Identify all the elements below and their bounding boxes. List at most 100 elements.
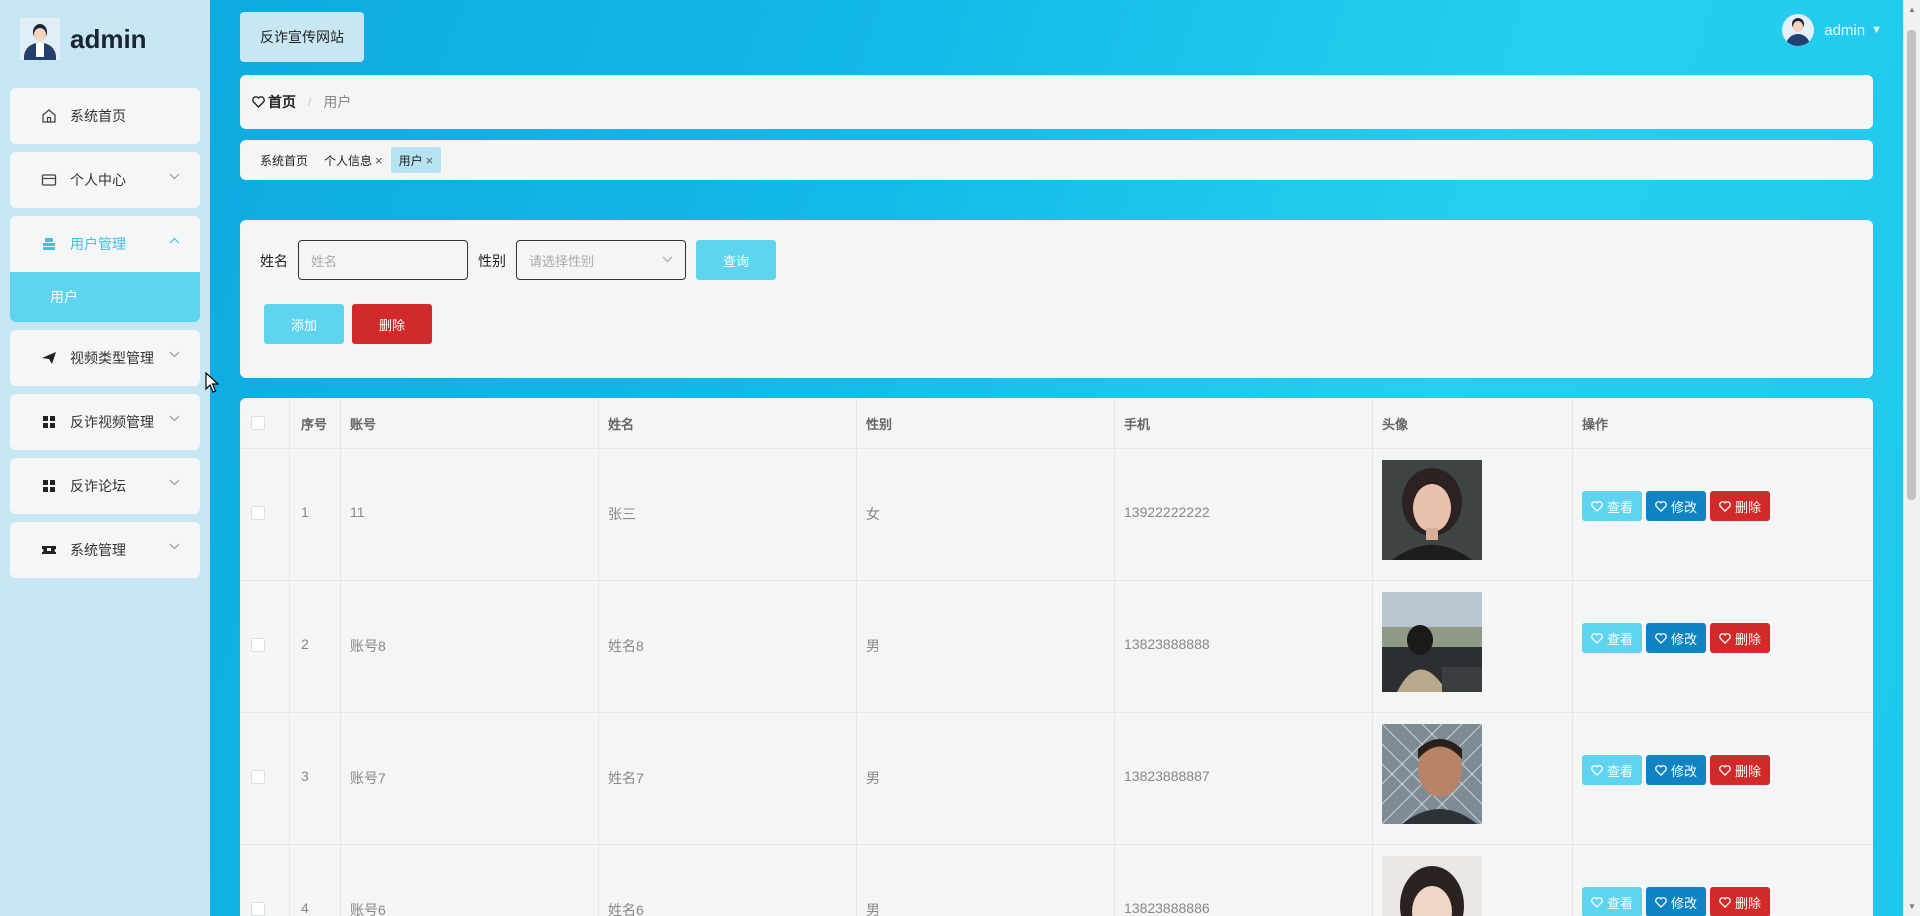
name-label: 姓名 bbox=[260, 253, 288, 269]
edit-button[interactable]: 修改 bbox=[1646, 887, 1706, 916]
grid-icon bbox=[40, 477, 58, 495]
chevron-down-icon bbox=[169, 350, 180, 361]
cell-gender: 男 bbox=[866, 638, 880, 654]
cell-index: 3 bbox=[301, 768, 309, 784]
col-header-index: 序号 bbox=[301, 416, 328, 432]
chevron-up-icon bbox=[169, 236, 180, 247]
query-button[interactable]: 查询 bbox=[696, 240, 776, 280]
chevron-down-icon bbox=[169, 478, 180, 489]
breadcrumb-home-label: 首页 bbox=[268, 94, 296, 110]
tag-label: 用户 bbox=[398, 153, 423, 168]
sidebar-item-fraud-forum[interactable]: 反诈论坛 bbox=[10, 458, 200, 514]
ticket-icon bbox=[40, 541, 58, 559]
close-icon[interactable]: × bbox=[426, 153, 434, 168]
sidebar-item-fraud-video-management[interactable]: 反诈视频管理 bbox=[10, 394, 200, 450]
sidebar-item-home[interactable]: 系统首页 bbox=[10, 88, 200, 144]
scroll-down-icon[interactable]: ▼ bbox=[1908, 902, 1916, 911]
col-header-account: 账号 bbox=[350, 416, 377, 432]
user-menu[interactable]: admin ▼ bbox=[1782, 14, 1882, 46]
cell-gender: 男 bbox=[866, 902, 880, 916]
site-link-button[interactable]: 反诈宣传网站 bbox=[240, 12, 364, 62]
row-checkbox[interactable] bbox=[251, 902, 265, 916]
edit-button[interactable]: 修改 bbox=[1646, 623, 1706, 653]
delete-button[interactable]: 删除 bbox=[1710, 491, 1770, 521]
breadcrumb-home[interactable]: 首页 bbox=[252, 92, 296, 112]
cell-index: 2 bbox=[301, 636, 309, 652]
delete-button-label: 删除 bbox=[1734, 631, 1761, 647]
col-header-name: 姓名 bbox=[608, 416, 635, 432]
sidebar-item-personal-center[interactable]: 个人中心 bbox=[10, 152, 200, 208]
cell-gender: 男 bbox=[866, 770, 880, 786]
col-header-actions: 操作 bbox=[1582, 416, 1609, 432]
brand-name: admin bbox=[70, 23, 147, 54]
view-button-label: 查看 bbox=[1606, 631, 1633, 647]
avatar bbox=[1782, 14, 1815, 46]
page-scrollbar[interactable]: ▲ ▼ bbox=[1903, 0, 1920, 916]
gender-label: 性别 bbox=[478, 253, 506, 269]
scroll-up-icon[interactable]: ▲ bbox=[1908, 5, 1916, 14]
view-button[interactable]: 查看 bbox=[1582, 491, 1642, 521]
sidebar-item-label: 系统首页 bbox=[70, 108, 126, 124]
select-all-checkbox[interactable] bbox=[251, 416, 265, 430]
edit-button-label: 修改 bbox=[1670, 499, 1697, 515]
delete-button[interactable]: 删除 bbox=[1710, 887, 1770, 916]
avatar-photo bbox=[1382, 592, 1482, 692]
close-icon[interactable]: × bbox=[375, 153, 383, 168]
edit-button[interactable]: 修改 bbox=[1646, 491, 1706, 521]
view-button-label: 查看 bbox=[1606, 895, 1633, 911]
cell-account: 11 bbox=[350, 504, 365, 520]
card-icon bbox=[40, 171, 58, 189]
edit-button[interactable]: 修改 bbox=[1646, 755, 1706, 785]
col-header-gender: 性别 bbox=[866, 416, 893, 432]
view-button[interactable]: 查看 bbox=[1582, 623, 1642, 653]
cell-phone: 13823888887 bbox=[1124, 768, 1210, 784]
chevron-down-icon bbox=[169, 542, 180, 553]
sidebar-item-label: 用户管理 bbox=[70, 236, 126, 252]
chevron-down-icon bbox=[169, 172, 180, 183]
cell-gender: 女 bbox=[866, 506, 880, 522]
cell-index: 1 bbox=[301, 504, 309, 520]
heart-icon bbox=[1591, 896, 1603, 908]
cell-name: 姓名6 bbox=[608, 902, 644, 916]
col-header-phone: 手机 bbox=[1124, 416, 1151, 432]
delete-button[interactable]: 删除 bbox=[1710, 755, 1770, 785]
heart-icon bbox=[1591, 632, 1603, 644]
sidebar-item-label: 个人中心 bbox=[70, 172, 126, 188]
scrollbar-thumb[interactable] bbox=[1907, 30, 1916, 500]
cell-account: 账号6 bbox=[350, 902, 386, 916]
heart-icon bbox=[1591, 764, 1603, 776]
paper-plane-icon bbox=[40, 349, 58, 367]
view-button[interactable]: 查看 bbox=[1582, 755, 1642, 785]
sidebar-subitem-user[interactable]: 用户 bbox=[10, 272, 200, 322]
chevron-down-icon bbox=[662, 256, 673, 263]
tag-home[interactable]: 系统首页 bbox=[252, 147, 316, 173]
row-checkbox[interactable] bbox=[251, 506, 265, 520]
cell-account: 账号7 bbox=[350, 770, 386, 786]
view-button-label: 查看 bbox=[1606, 499, 1633, 515]
sidebar-item-video-type-management[interactable]: 视频类型管理 bbox=[10, 330, 200, 386]
tag-personal-info[interactable]: 个人信息 × bbox=[316, 147, 391, 173]
user-group-icon bbox=[40, 235, 58, 253]
view-button[interactable]: 查看 bbox=[1582, 887, 1642, 916]
home-icon bbox=[40, 107, 58, 125]
sidebar-item-system-management[interactable]: 系统管理 bbox=[10, 522, 200, 578]
user-name: admin bbox=[1824, 21, 1866, 39]
tag-label: 个人信息 bbox=[324, 153, 373, 168]
cell-name: 姓名8 bbox=[608, 638, 644, 654]
name-input[interactable]: 姓名 bbox=[298, 240, 468, 280]
edit-button-label: 修改 bbox=[1670, 763, 1697, 779]
heart-icon bbox=[1719, 764, 1731, 776]
tag-user[interactable]: 用户 × bbox=[390, 147, 442, 173]
chevron-down-icon bbox=[169, 414, 180, 425]
row-checkbox[interactable] bbox=[251, 638, 265, 652]
add-button[interactable]: 添加 bbox=[264, 304, 344, 344]
gender-select[interactable]: 请选择性别 bbox=[516, 240, 686, 280]
batch-delete-button[interactable]: 删除 bbox=[352, 304, 432, 344]
delete-button[interactable]: 删除 bbox=[1710, 623, 1770, 653]
avatar-photo bbox=[1382, 460, 1482, 560]
sidebar-item-user-management[interactable]: 用户管理 bbox=[10, 216, 200, 272]
heart-icon bbox=[1719, 896, 1731, 908]
row-checkbox[interactable] bbox=[251, 770, 265, 784]
cell-account: 账号8 bbox=[350, 638, 386, 654]
col-header-avatar: 头像 bbox=[1382, 416, 1409, 432]
